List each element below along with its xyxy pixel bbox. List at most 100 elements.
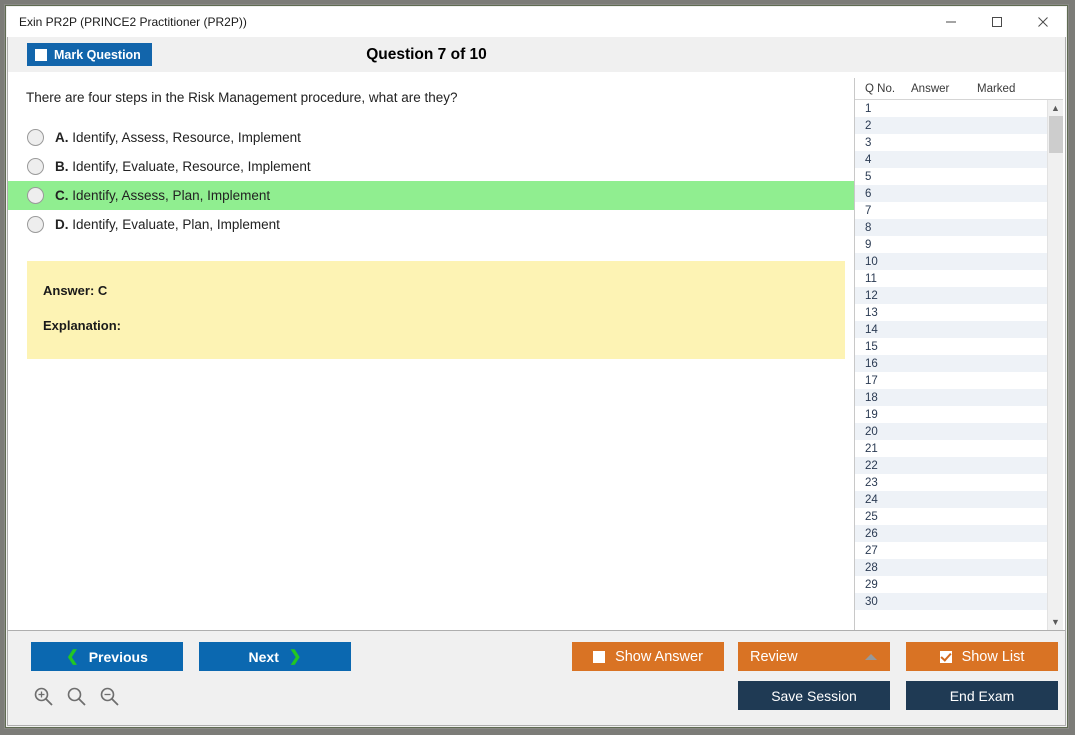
radio-button[interactable] [27,158,44,175]
row-qno: 26 [865,527,878,540]
row-qno: 7 [865,204,872,217]
row-qno: 23 [865,476,878,489]
question-list-row[interactable]: 4 [855,151,1047,168]
row-qno: 16 [865,357,878,370]
option-letter: A. [55,130,69,145]
question-list-header: Q No. Answer Marked [855,78,1063,100]
row-qno: 9 [865,238,872,251]
answer-option-d[interactable]: D. Identify, Evaluate, Plan, Implement [8,210,854,239]
option-letter: B. [55,159,69,174]
row-qno: 22 [865,459,878,472]
question-list-row[interactable]: 8 [855,219,1047,236]
question-list-row[interactable]: 23 [855,474,1047,491]
option-body: Identify, Assess, Resource, Implement [72,130,301,145]
zoom-reset-icon[interactable] [63,683,89,709]
answer-options-list: A. Identify, Assess, Resource, Implement… [8,123,854,239]
row-qno: 28 [865,561,878,574]
scroll-down-icon[interactable]: ▼ [1048,614,1063,630]
option-body: Identify, Evaluate, Plan, Implement [72,217,280,232]
row-qno: 30 [865,595,878,608]
show-list-button[interactable]: Show List [906,642,1058,671]
question-list-row[interactable]: 18 [855,389,1047,406]
window-controls [928,7,1066,37]
review-dropdown[interactable]: Review [738,642,890,671]
question-list-row[interactable]: 10 [855,253,1047,270]
question-list-row[interactable]: 19 [855,406,1047,423]
row-qno: 1 [865,102,872,115]
answer-option-a[interactable]: A. Identify, Assess, Resource, Implement [8,123,854,152]
next-button[interactable]: Next ❯ [199,642,351,671]
row-qno: 25 [865,510,878,523]
maximize-icon[interactable] [974,7,1020,37]
close-icon[interactable] [1020,7,1066,37]
question-list-row[interactable]: 9 [855,236,1047,253]
mark-question-button[interactable]: Mark Question [27,43,152,66]
question-list-row[interactable]: 11 [855,270,1047,287]
option-text: A. Identify, Assess, Resource, Implement [55,130,301,145]
question-list-row[interactable]: 17 [855,372,1047,389]
answer-option-b[interactable]: B. Identify, Evaluate, Resource, Impleme… [8,152,854,181]
answer-value: Answer: C [43,283,108,298]
mark-question-checkbox[interactable] [35,48,47,61]
scroll-up-icon[interactable]: ▲ [1048,100,1063,116]
question-list-row[interactable]: 6 [855,185,1047,202]
question-list-row[interactable]: 29 [855,576,1047,593]
option-text: C. Identify, Assess, Plan, Implement [55,188,270,203]
question-list-row[interactable]: 21 [855,440,1047,457]
question-list-row[interactable]: 5 [855,168,1047,185]
question-list-row[interactable]: 20 [855,423,1047,440]
row-qno: 10 [865,255,878,268]
row-qno: 6 [865,187,872,200]
question-list-rows[interactable]: 1 2 3 4 5 6 7 8 9 10 11 12 13 14 15 16 17 18 19 20 21 22 23 24 2… [855,100,1047,630]
show-answer-button[interactable]: Show Answer [572,642,724,671]
question-list-row[interactable]: 27 [855,542,1047,559]
question-list-row[interactable]: 26 [855,525,1047,542]
show-answer-checkbox[interactable] [593,650,606,663]
row-qno: 19 [865,408,878,421]
previous-button[interactable]: ❮ Previous [31,642,183,671]
question-list-row[interactable]: 14 [855,321,1047,338]
row-qno: 14 [865,323,878,336]
question-list-scrollbar[interactable]: ▲ ▼ [1047,100,1063,630]
zoom-in-icon[interactable] [30,683,56,709]
question-list-row[interactable]: 3 [855,134,1047,151]
question-list-row[interactable]: 16 [855,355,1047,372]
question-list-row[interactable]: 15 [855,338,1047,355]
end-exam-button[interactable]: End Exam [906,681,1058,710]
show-list-label: Show List [961,648,1025,665]
zoom-out-icon[interactable] [96,683,122,709]
mark-question-label: Mark Question [54,47,141,62]
row-qno: 4 [865,153,872,166]
show-list-checkbox[interactable] [939,650,952,663]
row-qno: 20 [865,425,878,438]
column-header-qno: Q No. [865,82,896,95]
window-title: Exin PR2P (PRINCE2 Practitioner (PR2P)) [19,14,247,29]
minimize-icon[interactable] [928,7,974,37]
row-qno: 21 [865,442,878,455]
question-list-row[interactable]: 13 [855,304,1047,321]
question-list-row[interactable]: 12 [855,287,1047,304]
question-list-row[interactable]: 22 [855,457,1047,474]
save-session-button[interactable]: Save Session [738,681,890,710]
option-text: D. Identify, Evaluate, Plan, Implement [55,217,280,232]
chevron-left-icon: ❮ [66,648,79,665]
scrollbar-thumb[interactable] [1049,116,1063,153]
answer-option-c[interactable]: C. Identify, Assess, Plan, Implement [8,181,854,210]
column-header-answer: Answer [911,82,950,95]
radio-button[interactable] [27,129,44,146]
body-region: There are four steps in the Risk Managem… [7,72,1066,630]
question-list-row[interactable]: 7 [855,202,1047,219]
question-list-row[interactable]: 25 [855,508,1047,525]
row-qno: 2 [865,119,872,132]
option-body: Identify, Assess, Plan, Implement [72,188,271,203]
question-list-row[interactable]: 28 [855,559,1047,576]
row-qno: 24 [865,493,878,506]
radio-button[interactable] [27,187,44,204]
question-list-row[interactable]: 1 [855,100,1047,117]
question-list-row[interactable]: 30 [855,593,1047,610]
window-inner: Exin PR2P (PRINCE2 Practitioner (PR2P)) … [7,7,1066,726]
save-session-label: Save Session [771,687,857,704]
radio-button[interactable] [27,216,44,233]
question-list-row[interactable]: 24 [855,491,1047,508]
question-list-row[interactable]: 2 [855,117,1047,134]
